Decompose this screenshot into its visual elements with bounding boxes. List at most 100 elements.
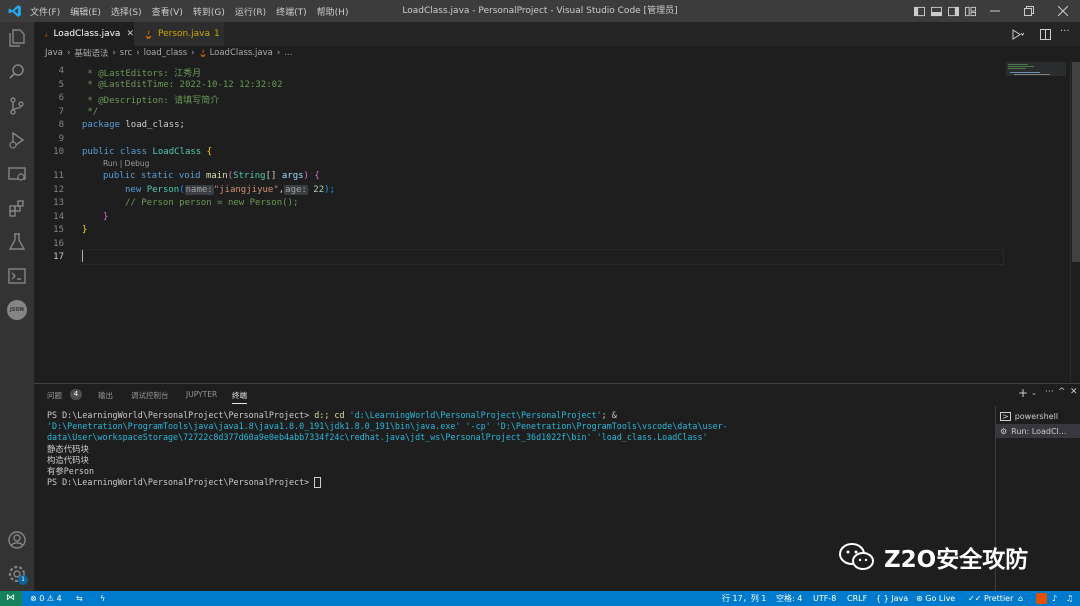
paren: ) — [303, 171, 309, 181]
more-actions-icon[interactable]: ··· — [1045, 387, 1054, 397]
watermark: Z2O安全攻防 — [838, 540, 1058, 574]
breadcrumb-item[interactable]: 基础语法 — [74, 47, 108, 59]
tab-output[interactable]: 输出 — [98, 390, 113, 401]
terminal-line: PS D:\LearningWorld\PersonalProject\Pers… — [47, 477, 987, 489]
activity-bar: JSON 1 — [0, 22, 34, 591]
breadcrumb-item[interactable]: ... — [284, 48, 292, 58]
source-control-icon[interactable] — [7, 96, 27, 116]
breadcrumb-item[interactable]: load_class — [144, 48, 188, 58]
more-actions-icon[interactable]: ··· — [1060, 26, 1070, 37]
menu-edit[interactable]: 编辑(E) — [70, 5, 101, 18]
method-name: main — [205, 171, 228, 181]
line-number: 5 — [58, 79, 64, 90]
brace: } — [82, 225, 88, 235]
code-line: package load_class; — [82, 120, 185, 130]
tab-terminal[interactable]: 终端 — [232, 390, 247, 404]
tab-close-icon[interactable]: ✕ — [126, 29, 134, 39]
terminal-list-item-active[interactable]: ⚙ Run: LoadCl... — [996, 424, 1080, 438]
breadcrumb-separator: › — [136, 48, 140, 58]
problems-status[interactable]: ⊗ 0 ⚠ 4 — [30, 591, 62, 606]
menu-terminal[interactable]: 终端(T) — [276, 5, 307, 18]
terminal-view-icon[interactable] — [7, 266, 27, 286]
line-number: 13 — [53, 198, 64, 208]
toggle-panel-icon[interactable] — [931, 6, 942, 17]
code-line: public class LoadClass { — [82, 147, 212, 157]
tab-person-java[interactable]: Person.java 1 — [134, 22, 224, 46]
minimize-icon[interactable] — [990, 6, 1000, 16]
feedback-icon[interactable]: ⌂ — [1018, 591, 1023, 606]
run-java-icon[interactable] — [1012, 29, 1024, 40]
chevron-down-icon[interactable]: ⌄ — [1031, 389, 1037, 397]
run-debug-icon[interactable] — [7, 130, 27, 150]
encoding[interactable]: UTF-8 — [813, 591, 836, 606]
keyword: new — [125, 184, 142, 195]
editor-scrollbar-thumb[interactable] — [1072, 62, 1080, 262]
terminal-arg: 'load_class.LoadClass' — [596, 432, 708, 443]
terminal-arg: 'D:\Penetration\ProgramTools\java\java1.… — [47, 421, 461, 432]
extensions-icon[interactable] — [7, 198, 27, 218]
restore-icon[interactable] — [1024, 6, 1034, 16]
split-editor-icon[interactable] — [1040, 29, 1051, 40]
text-cursor — [82, 250, 83, 262]
tab-problems[interactable]: 问题 — [47, 390, 62, 401]
remote-explorer-icon[interactable] — [7, 164, 27, 184]
toggle-secondary-sidebar-icon[interactable] — [948, 6, 959, 17]
tab-jupyter[interactable]: JUPYTER — [186, 390, 217, 399]
indentation[interactable]: 空格: 4 — [776, 591, 802, 606]
json-extension-icon[interactable]: JSON — [7, 300, 27, 320]
class-name: LoadClass — [152, 147, 202, 157]
code-line: */ — [82, 106, 99, 117]
breadcrumb-item[interactable]: src — [120, 48, 132, 58]
tab-loadclass-java[interactable]: LoadClass.java ✕ — [34, 22, 134, 46]
prettier-label: Prettier — [983, 594, 1014, 603]
prettier-button[interactable]: ✓✓ Prettier — [968, 591, 1013, 606]
explorer-icon[interactable] — [7, 28, 27, 48]
menu-help[interactable]: 帮助(H) — [317, 5, 349, 18]
terminal-list-item[interactable]: > powershell — [1000, 410, 1080, 422]
close-panel-icon[interactable]: ✕ — [1070, 387, 1078, 397]
live-share-icon[interactable]: ⇆ — [76, 591, 83, 606]
testing-icon[interactable] — [7, 232, 27, 252]
variable: args — [281, 171, 304, 181]
tab-problem-badge: 1 — [213, 29, 220, 39]
terminal-output[interactable]: PS D:\LearningWorld\PersonalProject\Pers… — [47, 410, 987, 489]
language-mode[interactable]: { } Java — [876, 591, 908, 606]
tab-label: Person.java — [158, 29, 210, 39]
microphone-icon[interactable]: ♪ — [1052, 591, 1057, 606]
breadcrumb-item[interactable]: Java — [45, 48, 63, 58]
line-number: 10 — [53, 147, 64, 157]
tab-debug-console[interactable]: 调试控制台 — [131, 390, 169, 401]
go-live-button[interactable]: ⊛ Go Live — [916, 591, 955, 606]
cursor-position[interactable]: 行 17，列 1 — [722, 591, 766, 606]
title-bar: 文件(F) 编辑(E) 选择(S) 查看(V) 转到(G) 运行(R) 终端(T… — [0, 0, 1080, 22]
codelens-run-debug[interactable]: Run | Debug — [103, 159, 149, 168]
new-terminal-icon[interactable]: + — [1018, 386, 1028, 400]
menu-view[interactable]: 查看(V) — [152, 5, 183, 18]
layout-controls — [914, 0, 976, 22]
breadcrumb-item[interactable]: LoadClass.java — [210, 48, 273, 58]
end-of-line[interactable]: CRLF — [847, 591, 867, 606]
menu-file[interactable]: 文件(F) — [30, 5, 60, 18]
notifications-bell-icon[interactable]: ♫ — [1066, 591, 1073, 606]
terminal-command: d:; cd — [309, 410, 350, 420]
menu-run[interactable]: 运行(R) — [235, 5, 266, 18]
minimap[interactable] — [1004, 60, 1068, 382]
customize-layout-icon[interactable] — [965, 6, 976, 17]
remote-indicator[interactable]: ⋈ — [0, 591, 22, 606]
line-number: 6 — [58, 93, 64, 103]
line-number: 16 — [53, 238, 64, 249]
close-icon[interactable] — [1058, 6, 1068, 16]
toggle-sidebar-icon[interactable] — [914, 6, 925, 17]
vscode-logo-icon — [8, 5, 21, 17]
class-name: Person — [146, 184, 180, 195]
lightning-icon[interactable]: ϟ — [100, 591, 105, 606]
maximize-panel-icon[interactable]: ^ — [1058, 387, 1066, 397]
code-editor[interactable]: 4 5 6 7 8 9 10 11 12 13 14 15 16 17 * @L… — [34, 60, 1080, 382]
watermark-text: Z2O安全攻防 — [884, 547, 1029, 573]
search-icon[interactable] — [7, 62, 27, 82]
menu-selection[interactable]: 选择(S) — [111, 5, 142, 18]
editor-scrollbar[interactable] — [1070, 60, 1080, 382]
account-icon[interactable] — [7, 530, 27, 550]
input-method-icon[interactable] — [1036, 593, 1047, 604]
menu-go[interactable]: 转到(G) — [193, 5, 225, 18]
